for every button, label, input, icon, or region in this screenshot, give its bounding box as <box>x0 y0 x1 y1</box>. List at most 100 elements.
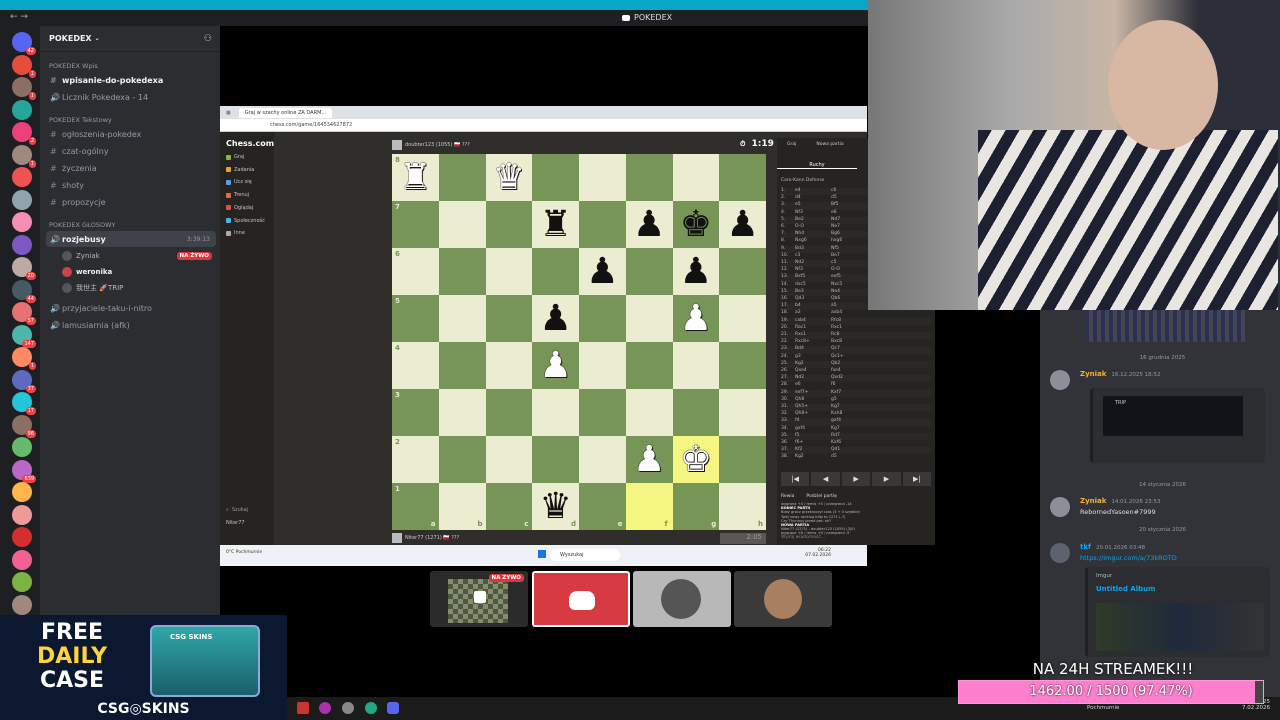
settings-icon[interactable] <box>342 702 354 714</box>
square-d2[interactable] <box>532 436 579 483</box>
move-san[interactable]: hxg6 <box>831 238 867 245</box>
square-h6[interactable] <box>719 248 766 295</box>
square-b3[interactable] <box>438 389 486 436</box>
tab-play[interactable]: Graj <box>787 142 796 147</box>
square-c4[interactable] <box>485 342 533 389</box>
tab-new-game[interactable]: Nowa partia <box>816 142 843 147</box>
piece-f7[interactable]: ♟ <box>626 201 673 248</box>
square-f3[interactable] <box>625 389 673 436</box>
move-san[interactable]: Be3 <box>795 289 831 296</box>
channel-shoty[interactable]: # shoty <box>46 177 216 193</box>
piece-h7[interactable]: ♟ <box>719 201 766 248</box>
add-member-icon[interactable]: ⚇ <box>204 34 212 44</box>
next-move-button-2[interactable]: ▶ <box>872 472 901 486</box>
server-icon[interactable] <box>12 572 32 592</box>
square-g8[interactable] <box>672 154 720 201</box>
server-icon[interactable] <box>12 212 32 232</box>
server-icon[interactable]: 1 <box>12 144 36 168</box>
square-b8[interactable] <box>438 154 486 201</box>
stream-tile-user-portrait[interactable] <box>734 571 832 627</box>
move-san[interactable]: Bd3 <box>795 246 831 253</box>
piece-g6[interactable]: ♟ <box>673 248 720 295</box>
move-san[interactable]: a3 <box>795 310 831 317</box>
square-f6[interactable] <box>625 248 673 295</box>
square-e3[interactable] <box>579 389 626 436</box>
server-icon[interactable]: 17 <box>12 392 36 415</box>
move-san[interactable]: g3 <box>795 354 831 361</box>
move-san[interactable]: dxc5 <box>795 282 831 289</box>
move-san[interactable]: Rfc8 <box>831 318 867 325</box>
square-b2[interactable] <box>438 436 486 483</box>
square-e8[interactable] <box>579 154 626 201</box>
voice-channel-rozjebusy[interactable]: 🔊 rozjebusy 3:39:13 <box>46 231 216 247</box>
move-san[interactable]: Qxd2 <box>831 375 867 382</box>
channel-licznik[interactable]: 🔊 Licznik Pokedexa - 14 <box>46 89 216 105</box>
category-wpis[interactable]: POKEDEX Wpis <box>49 62 98 70</box>
address-bar[interactable]: chess.com/game/164534627872 <box>220 119 867 132</box>
server-icon[interactable]: 20 <box>12 257 36 280</box>
nav-item-3[interactable]: Trenuj <box>226 192 249 198</box>
move-san[interactable]: Qb2 <box>831 361 867 368</box>
square-h4[interactable] <box>719 342 766 389</box>
server-icon[interactable] <box>12 504 32 525</box>
move-san[interactable]: Kxf7 <box>831 390 867 397</box>
piece-g5[interactable]: ♟ <box>673 295 720 342</box>
voice-channel-lamusiarnia[interactable]: 🔊 lamusiarnia (afk) <box>46 317 216 333</box>
move-san[interactable]: Be7 <box>831 253 867 260</box>
move-san[interactable]: Nf5 <box>831 246 867 253</box>
square-b5[interactable] <box>438 295 486 342</box>
voice-user[interactable]: 我世主 🚀TRIP <box>62 281 123 295</box>
app-icon[interactable] <box>319 702 331 714</box>
nav-item-0[interactable]: Graj <box>226 154 244 160</box>
review-button[interactable]: Rewia <box>781 494 794 499</box>
move-san[interactable]: Be2 <box>795 217 831 224</box>
move-san[interactable]: g5 <box>831 397 867 404</box>
server-icon[interactable]: 44 <box>12 279 36 303</box>
channel-wpisanie[interactable]: # wpisanie-do-pokedexa <box>46 72 216 88</box>
server-icon[interactable] <box>12 527 32 547</box>
server-icon[interactable]: 2 <box>12 122 36 145</box>
app-icon[interactable] <box>365 702 377 714</box>
move-san[interactable]: Rxc1 <box>831 325 867 332</box>
move-san[interactable]: cxb4 <box>795 318 831 325</box>
server-icon[interactable] <box>12 189 32 210</box>
back-arrow-icon[interactable]: ← → <box>10 12 28 22</box>
voice-user[interactable]: Zyniak NA ŻYWO <box>62 249 212 263</box>
piece-d5[interactable]: ♟ <box>532 295 579 342</box>
stream-tile-user-car[interactable] <box>633 571 731 627</box>
voice-user[interactable]: weronika <box>62 265 112 279</box>
server-icon[interactable]: 639 <box>12 459 36 483</box>
stream-tile-screen[interactable]: NA ŻYWO <box>430 571 528 627</box>
category-voice[interactable]: POKEDEX GŁOSOWY <box>49 221 115 229</box>
search-input[interactable]: Wyszukaj <box>550 549 620 561</box>
move-san[interactable]: exf5 <box>831 274 867 281</box>
move-san[interactable]: Qc7 <box>831 346 867 353</box>
square-f5[interactable] <box>625 295 673 342</box>
server-icon[interactable] <box>12 594 32 615</box>
move-san[interactable]: Rd7 <box>831 433 867 440</box>
channel-propozycje[interactable]: # propozycje <box>46 194 216 210</box>
square-h8[interactable] <box>719 154 766 201</box>
square-h3[interactable] <box>719 389 766 436</box>
server-icon[interactable]: 1 <box>12 347 36 370</box>
move-san[interactable]: Rac1 <box>795 325 831 332</box>
move-san[interactable]: e6 <box>831 210 867 217</box>
last-move-button[interactable]: ▶| <box>902 472 932 486</box>
first-move-button[interactable]: |◀ <box>781 472 810 486</box>
channel-czat[interactable]: # czat-ogólny <box>46 143 216 159</box>
next-move-button[interactable]: ▶ <box>841 472 871 486</box>
move-san[interactable]: Kg2 <box>795 361 831 368</box>
nav-item-6[interactable]: Inne <box>226 230 245 236</box>
stream-tile-discord[interactable] <box>532 571 630 627</box>
chat-link[interactable]: https://imgur.com/a/73kROTD <box>1080 554 1177 562</box>
piece-d7[interactable]: ♜ <box>532 201 579 248</box>
square-c7[interactable] <box>485 201 533 248</box>
square-b4[interactable] <box>438 342 486 389</box>
piece-g2[interactable]: ♚ <box>673 436 720 483</box>
move-san[interactable]: Qh8 <box>795 397 831 404</box>
move-san[interactable]: Bf5 <box>831 202 867 209</box>
server-icon[interactable] <box>12 549 32 570</box>
square-c2[interactable] <box>485 436 533 483</box>
nav-item-4[interactable]: Oglądaj <box>226 205 253 211</box>
piece-g7[interactable]: ♚ <box>673 201 720 248</box>
